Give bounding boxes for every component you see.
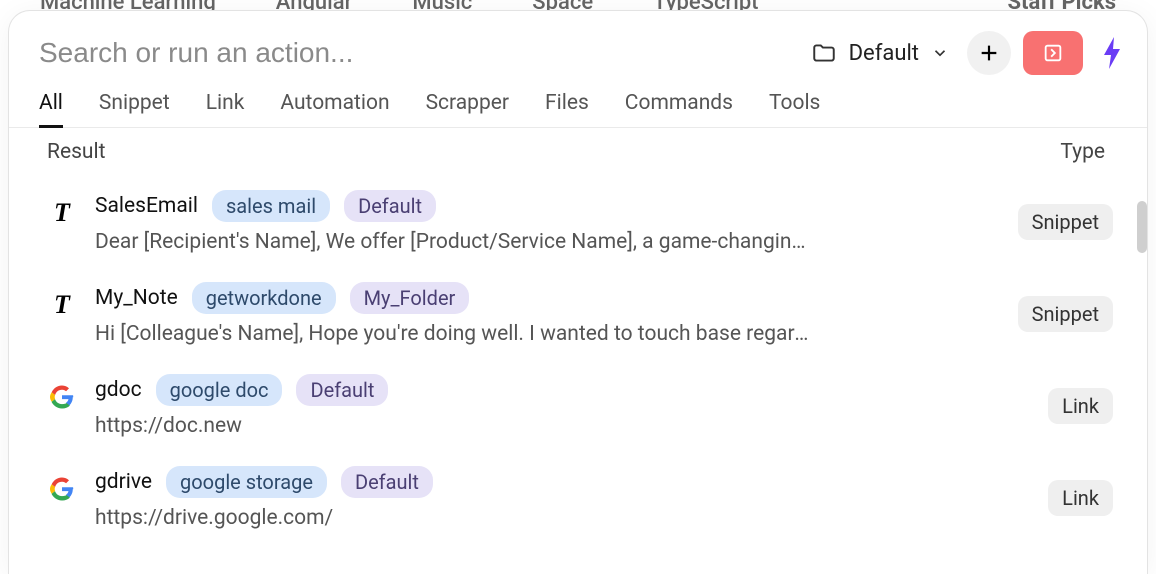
result-body: gdrive google storage Default https://dr… (95, 466, 1030, 530)
type-badge: Snippet (1018, 204, 1113, 240)
text-icon: T (47, 290, 77, 320)
result-folder-tag: Default (296, 374, 388, 406)
command-palette-modal: Default (8, 10, 1148, 574)
plus-icon (978, 42, 1000, 64)
tab-snippet[interactable]: Snippet (99, 91, 170, 127)
tab-commands[interactable]: Commands (625, 91, 733, 127)
type-badge: Link (1048, 388, 1113, 424)
column-result: Result (47, 140, 105, 164)
type-badge: Snippet (1018, 296, 1113, 332)
result-body: gdoc google doc Default https://doc.new (95, 374, 1030, 438)
result-title: SalesEmail (95, 194, 198, 218)
tab-scrapper[interactable]: Scrapper (426, 91, 509, 127)
result-title: gdoc (95, 378, 142, 402)
search-input[interactable] (39, 37, 793, 69)
result-title: gdrive (95, 470, 152, 494)
google-icon (47, 382, 77, 412)
folder-selected-label: Default (849, 41, 919, 66)
result-row[interactable]: gdrive google storage Default https://dr… (39, 452, 1129, 544)
result-row[interactable]: gdoc google doc Default https://doc.new … (39, 360, 1129, 452)
tab-files[interactable]: Files (545, 91, 589, 127)
result-title: My_Note (95, 286, 178, 310)
folder-icon (811, 40, 837, 66)
text-icon: T (47, 198, 77, 228)
add-button[interactable] (967, 31, 1011, 75)
google-icon (47, 474, 77, 504)
column-headers: Result Type (9, 128, 1147, 172)
result-description: Hi [Colleague's Name], Hope you're doing… (95, 322, 815, 346)
result-row[interactable]: T SalesEmail sales mail Default Dear [Re… (39, 176, 1129, 268)
export-button[interactable] (1023, 31, 1083, 75)
tab-automation[interactable]: Automation (280, 91, 389, 127)
app-logo (1099, 36, 1125, 70)
chevron-down-icon (931, 44, 949, 62)
result-description: https://drive.google.com/ (95, 506, 815, 530)
tab-all[interactable]: All (39, 91, 63, 128)
tab-link[interactable]: Link (206, 91, 245, 127)
column-type: Type (1060, 140, 1105, 164)
export-icon (1042, 42, 1064, 64)
result-row[interactable]: T My_Note getworkdone My_Folder Hi [Coll… (39, 268, 1129, 360)
results-list[interactable]: T SalesEmail sales mail Default Dear [Re… (9, 172, 1147, 574)
result-folder-tag: Default (344, 190, 436, 222)
scrollbar-thumb[interactable] (1137, 201, 1147, 253)
tab-tools[interactable]: Tools (769, 91, 820, 127)
result-body: My_Note getworkdone My_Folder Hi [Collea… (95, 282, 1000, 346)
result-tag: google storage (166, 466, 327, 498)
header: Default (9, 11, 1147, 85)
result-tag: sales mail (212, 190, 330, 222)
logo-icon (1100, 37, 1124, 69)
result-tag: getworkdone (192, 282, 336, 314)
result-folder-tag: Default (341, 466, 433, 498)
result-body: SalesEmail sales mail Default Dear [Reci… (95, 190, 1000, 254)
tabs: All Snippet Link Automation Scrapper Fil… (9, 85, 1147, 128)
result-description: https://doc.new (95, 414, 815, 438)
result-description: Dear [Recipient's Name], We offer [Produ… (95, 230, 815, 254)
type-badge: Link (1048, 480, 1113, 516)
result-folder-tag: My_Folder (350, 282, 470, 314)
folder-select[interactable]: Default (805, 36, 955, 70)
result-tag: google doc (156, 374, 283, 406)
